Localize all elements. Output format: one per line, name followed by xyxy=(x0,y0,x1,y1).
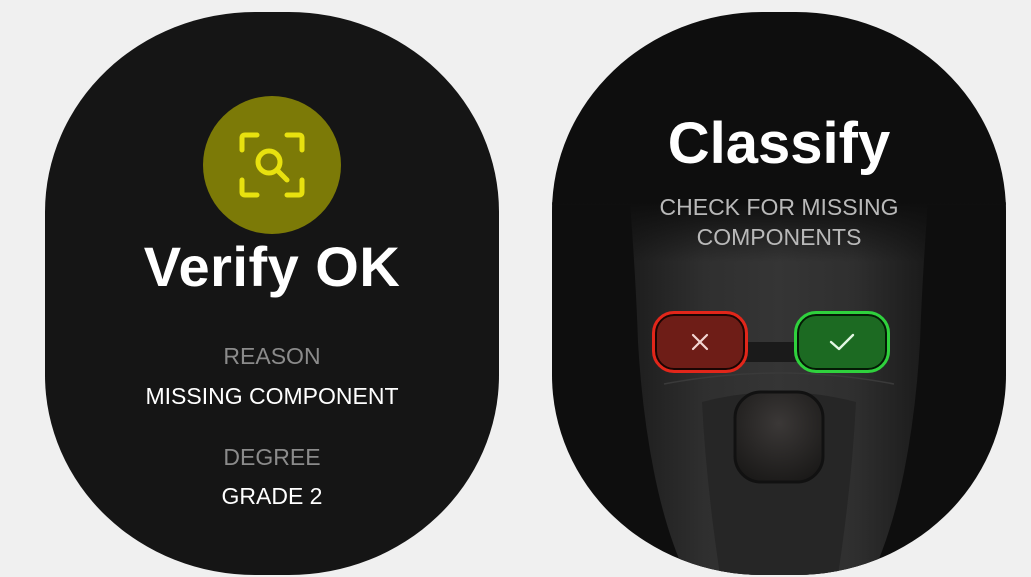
instruction-line-2: COMPONENTS xyxy=(696,224,862,250)
close-icon xyxy=(691,333,709,351)
accept-button[interactable] xyxy=(794,311,890,373)
reject-button[interactable] xyxy=(652,311,748,373)
classify-instruction: CHECK FOR MISSING COMPONENTS xyxy=(622,192,936,252)
scan-icon-badge xyxy=(203,96,341,234)
reason-value: MISSING COMPONENT xyxy=(145,383,399,409)
checkmark-icon xyxy=(829,333,855,351)
instruction-line-1: CHECK FOR MISSING xyxy=(659,194,899,220)
classify-card: Classify CHECK FOR MISSING COMPONENTS xyxy=(552,12,1006,575)
scan-search-icon xyxy=(239,132,305,198)
verify-title: Verify OK xyxy=(143,235,401,298)
degree-value: GRADE 2 xyxy=(221,483,323,509)
classify-title: Classify xyxy=(667,111,891,176)
handheld-device-image xyxy=(552,202,1006,575)
verify-result-card: Verify OK REASON MISSING COMPONENT DEGRE… xyxy=(45,12,499,575)
reason-label: REASON xyxy=(223,343,321,369)
degree-label: DEGREE xyxy=(223,444,321,470)
